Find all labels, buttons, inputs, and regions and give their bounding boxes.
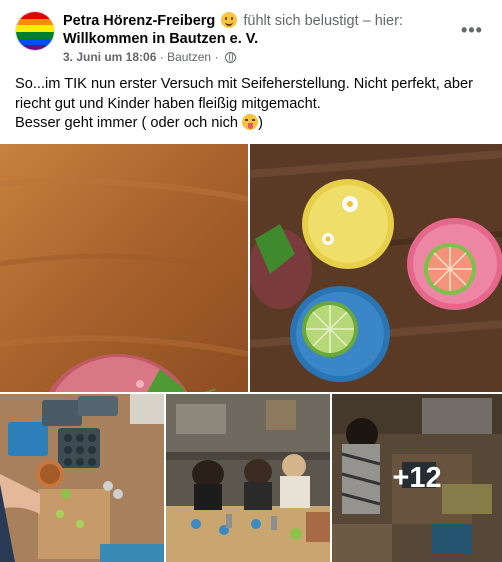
avatar-stripe [16,38,54,46]
post-header: Petra Hörenz-Freiberg fühlt sich belusti… [63,12,403,30]
slightly-smiling-face-icon [221,12,238,28]
soap-collection-image [250,144,502,392]
soap-molds-image [0,394,164,562]
post-text-line-last: Besser geht immer ( oder och nich ) [15,114,490,134]
post-meta: 3. Juni um 18:06 · Bautzen · [63,50,236,65]
post-location[interactable]: Bautzen [167,50,211,64]
post-text-line: So...im TIK nun erster Versuch mit Seife… [15,76,474,92]
facebook-post: Petra Hörenz-Freiberg fühlt sich belusti… [0,0,502,562]
avatar-stripe [16,31,54,39]
photo-more[interactable]: +12 [332,394,502,562]
photo-soap-closeup[interactable] [0,144,248,392]
photo-soap-molds[interactable] [0,394,164,562]
avatar-stripe [16,18,54,26]
place-name[interactable]: Willkommen in Bautzen e. V. [63,30,258,48]
avatar-stripe [16,12,54,19]
author-avatar[interactable] [15,11,55,51]
photo-kids-workshop[interactable] [166,394,330,562]
post-date[interactable]: 3. Juni um 18:06 [63,50,156,64]
photo-soap-collection[interactable] [250,144,502,392]
more-photos-count: +12 [332,394,502,562]
globe-icon[interactable] [224,52,236,63]
winking-face-with-tongue-icon [242,114,259,130]
post-text: So...im TIK nun erster Versuch mit Seife… [15,75,490,134]
avatar-stripe [16,25,54,32]
meta-separator: · [214,50,219,64]
kids-workshop-image [166,394,330,562]
avatar-stripe [16,45,54,50]
post-text-line: Besser geht immer ( oder och nich [15,115,243,131]
more-options-button[interactable]: ••• [460,18,484,42]
feeling-text: fühlt sich belustigt – hier: [243,13,403,29]
post-text-line: riecht gut und Kinder haben fleißig mitg… [15,95,321,112]
author-name[interactable]: Petra Hörenz-Freiberg [63,13,215,29]
soap-closeup-image [0,144,248,392]
meta-separator: · [159,50,164,64]
post-text-end: ) [258,115,263,131]
